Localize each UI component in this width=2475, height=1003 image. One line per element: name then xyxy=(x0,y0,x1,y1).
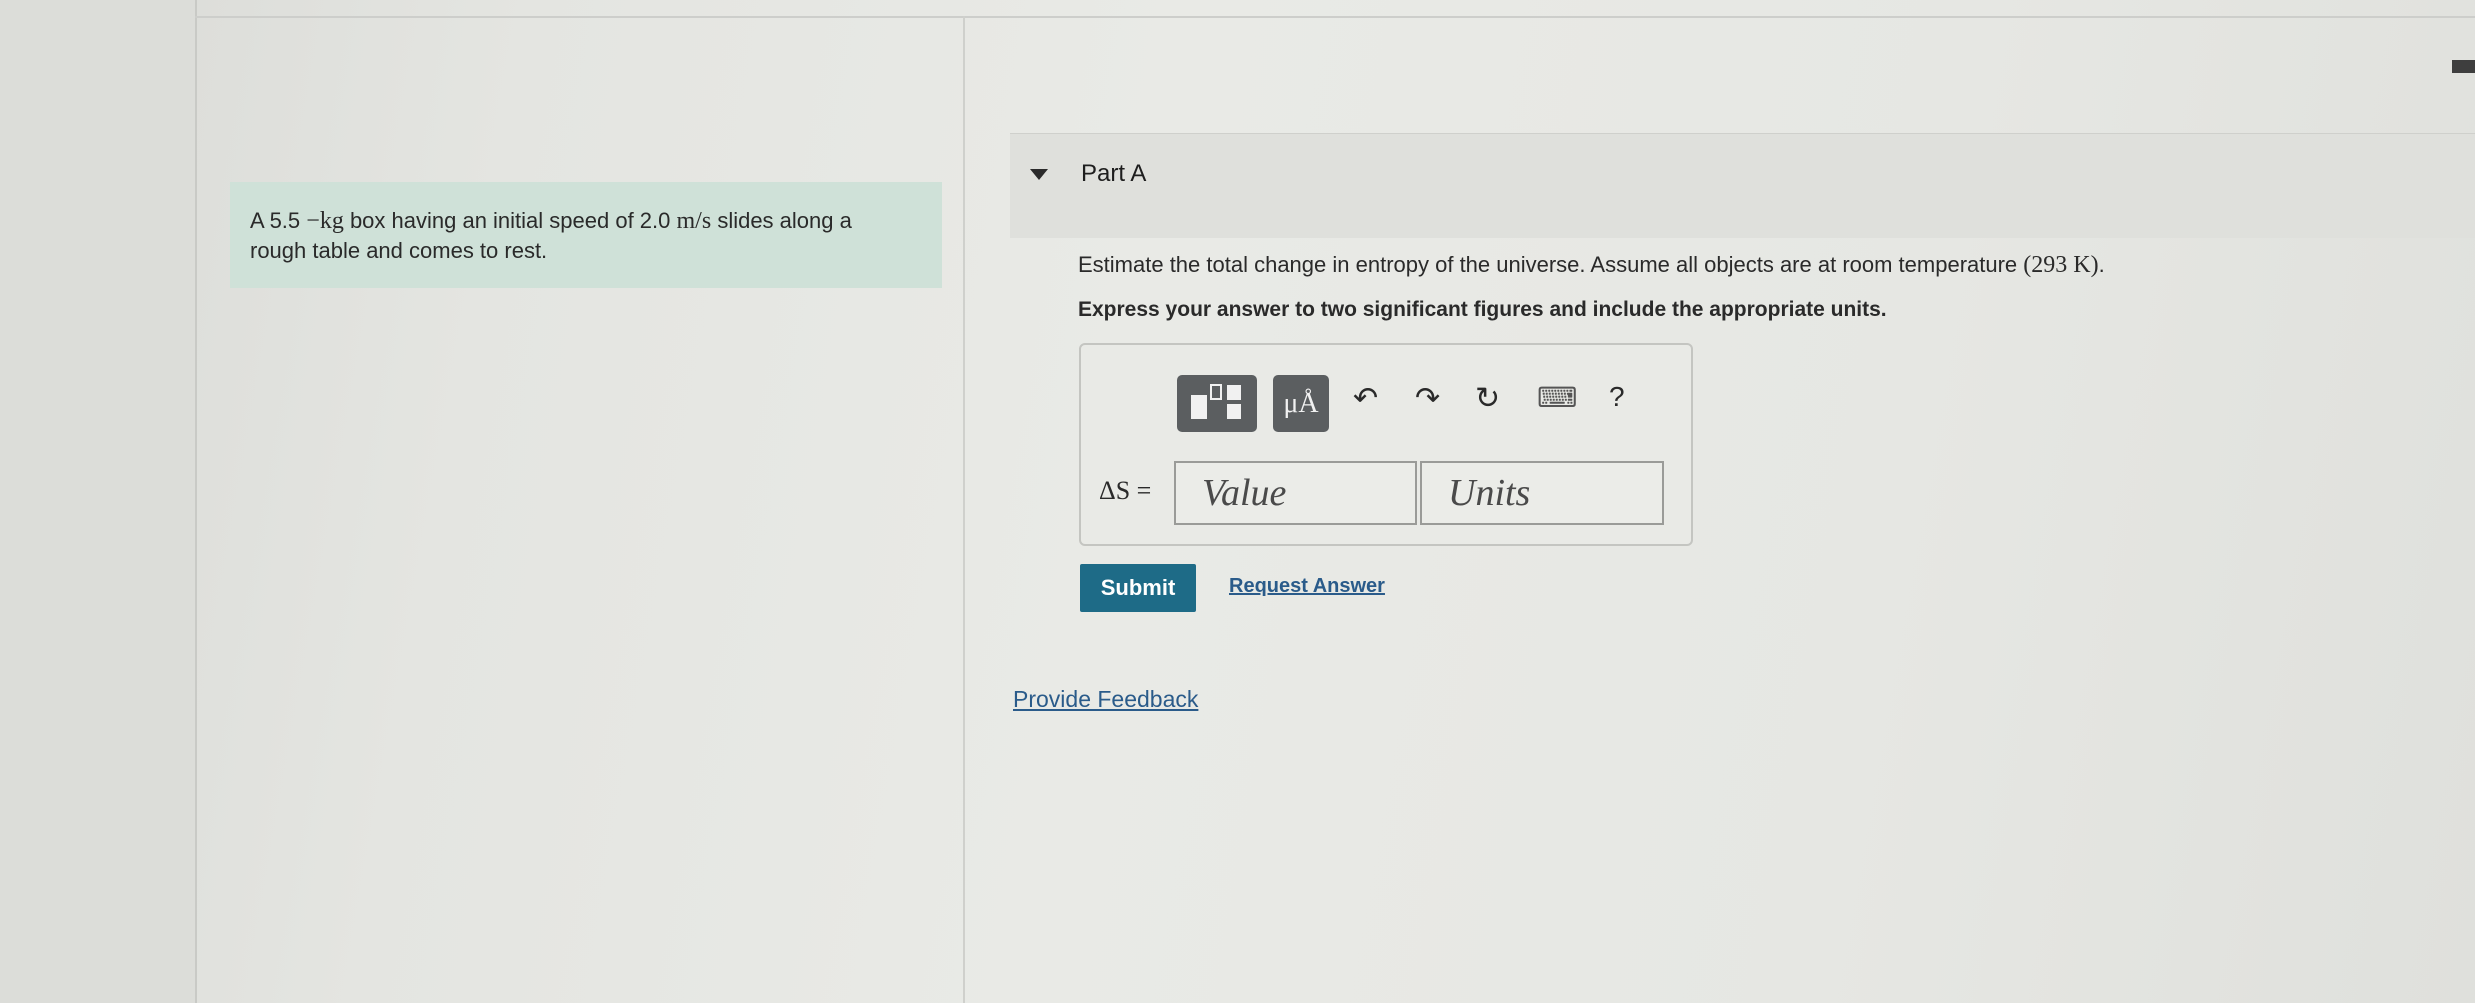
submit-button[interactable]: Submit xyxy=(1080,564,1196,612)
part-title[interactable]: Part A xyxy=(1081,160,1146,188)
problem-text: slides along a xyxy=(711,208,852,233)
answer-panel: μÅ ↶ ↷ ↻ ⌨ ? ΔS = Value Units xyxy=(1079,343,1693,546)
provide-feedback-link[interactable]: Provide Feedback xyxy=(1013,686,1198,713)
question-text: Estimate the total change in entropy of … xyxy=(1078,252,2105,279)
mass-unit: −kg xyxy=(306,208,344,234)
problem-text: box having an initial speed of 2.0 xyxy=(343,208,677,233)
units-input[interactable]: Units xyxy=(1420,461,1664,525)
corner-marker xyxy=(2452,60,2475,73)
left-margin xyxy=(0,0,197,1003)
question-body: Estimate the total change in entropy of … xyxy=(1078,252,2024,277)
request-answer-link[interactable]: Request Answer xyxy=(1229,575,1385,598)
symbols-button[interactable]: μÅ xyxy=(1273,375,1329,432)
undo-icon[interactable]: ↶ xyxy=(1353,381,1378,416)
top-divider xyxy=(195,16,2475,18)
problem-statement: A 5.5 −kg box having an initial speed of… xyxy=(230,182,942,288)
problem-text: A 5.5 xyxy=(250,208,307,233)
temperature-value: (293 K) xyxy=(2023,252,2099,278)
speed-unit: m/s xyxy=(676,208,712,234)
question-end: . xyxy=(2098,252,2105,277)
column-divider xyxy=(963,16,965,1003)
part-header[interactable] xyxy=(1010,133,2475,238)
help-icon[interactable]: ? xyxy=(1609,381,1625,413)
delta-s-label: ΔS = xyxy=(1099,476,1152,505)
keyboard-icon[interactable]: ⌨ xyxy=(1537,381,1577,414)
collapse-caret-icon[interactable] xyxy=(1030,169,1048,180)
templates-button[interactable] xyxy=(1177,375,1257,432)
reset-icon[interactable]: ↻ xyxy=(1475,381,1500,416)
redo-icon[interactable]: ↷ xyxy=(1415,381,1440,416)
value-input[interactable]: Value xyxy=(1174,461,1417,525)
answer-instruction: Express your answer to two significant f… xyxy=(1078,298,1887,321)
problem-text-line2: rough table and comes to rest. xyxy=(250,238,548,263)
templates-icon xyxy=(1191,384,1241,419)
